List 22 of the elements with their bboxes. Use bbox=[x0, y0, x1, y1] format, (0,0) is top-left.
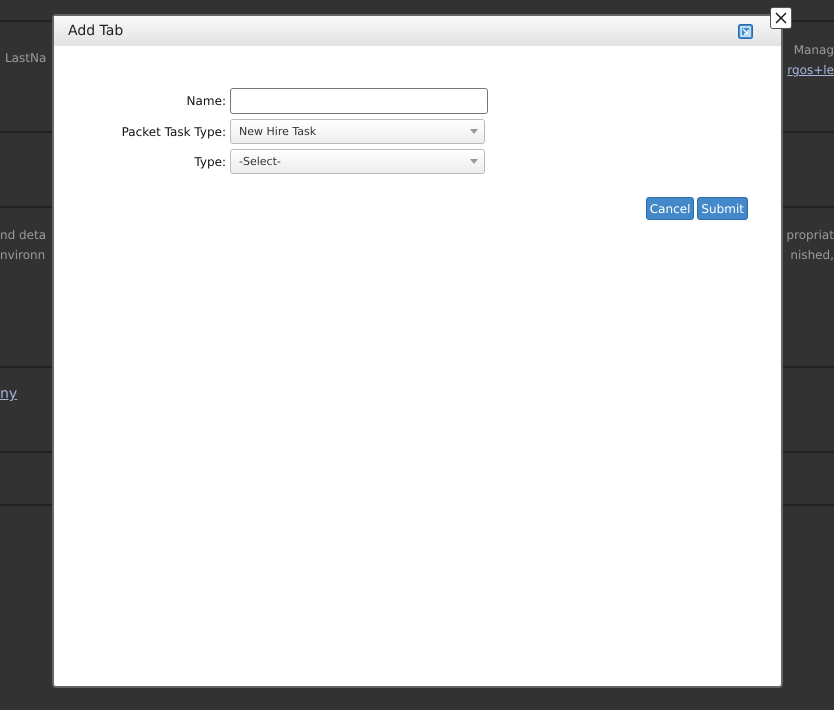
description-text: propriat bbox=[786, 227, 834, 243]
name-input[interactable] bbox=[230, 88, 488, 114]
description-text: nished, bbox=[790, 247, 834, 263]
submit-button[interactable]: Submit bbox=[697, 197, 748, 220]
field-label: Name: bbox=[186, 94, 226, 108]
caret-icon bbox=[470, 159, 478, 164]
column-header: Manag bbox=[794, 42, 834, 58]
company-link[interactable]: ny bbox=[0, 386, 18, 402]
caret-icon bbox=[470, 129, 478, 134]
expand-icon[interactable] bbox=[738, 24, 753, 38]
dialog-title: Add Tab bbox=[68, 23, 124, 39]
field-label: Packet Task Type: bbox=[120, 124, 226, 138]
select-dropdown[interactable]: -Select- bbox=[230, 149, 485, 174]
description-text: nvironn bbox=[0, 247, 46, 263]
column-header: LastNa bbox=[4, 50, 46, 66]
description-text: nd deta bbox=[0, 227, 46, 243]
close-icon bbox=[775, 12, 787, 24]
select-dropdown[interactable]: New Hire Task bbox=[230, 119, 485, 144]
close-button[interactable] bbox=[770, 7, 792, 29]
field-label: Type: bbox=[193, 154, 226, 168]
cancel-button[interactable]: Cancel bbox=[646, 197, 694, 220]
email-link[interactable]: rgos+le bbox=[787, 62, 834, 78]
